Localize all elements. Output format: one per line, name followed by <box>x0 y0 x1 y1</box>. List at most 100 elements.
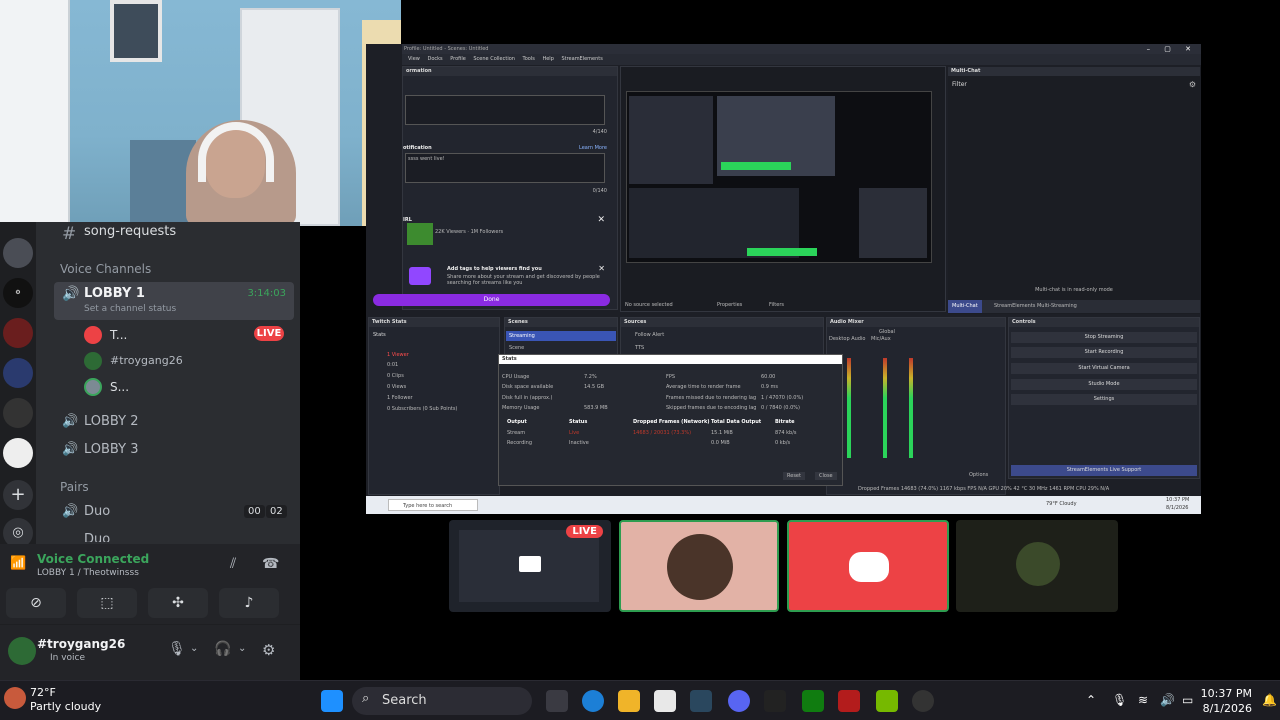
weather-widget[interactable]: 72°F Partly cloudy <box>30 686 101 714</box>
taskbar-search[interactable]: Search <box>352 687 532 715</box>
menu-view[interactable]: View <box>408 56 420 62</box>
server-icon-6[interactable] <box>3 438 33 468</box>
options-button[interactable]: Options <box>969 472 988 478</box>
voice-channels-header[interactable]: Voice Channels <box>60 262 151 276</box>
scene-scene[interactable]: Scene <box>509 345 524 351</box>
stop-streaming-button[interactable]: Stop Streaming <box>1011 332 1197 343</box>
close-tags-icon[interactable]: ✕ <box>598 264 605 273</box>
member-t[interactable]: T... <box>110 328 127 342</box>
user-avatar[interactable] <box>8 637 36 665</box>
close-button[interactable]: Close <box>815 472 837 480</box>
room-door-left <box>0 0 70 226</box>
user-4-avatar <box>1016 542 1060 586</box>
member-troygang[interactable]: #troygang26 <box>110 354 183 367</box>
server-icon-5[interactable] <box>3 398 33 428</box>
add-server-icon[interactable]: + <box>3 480 33 510</box>
source-follow-alert[interactable]: Follow Alert <box>635 332 664 338</box>
filters-button[interactable]: Filters <box>769 302 784 308</box>
channel-song-requests[interactable]: song-requests <box>84 224 176 239</box>
obs-taskbar-icon[interactable] <box>912 690 934 712</box>
menu-tools[interactable]: Tools <box>523 56 535 62</box>
studio-mode-button[interactable]: Studio Mode <box>1011 379 1197 390</box>
screen-share-icon[interactable]: ⬚ <box>77 588 137 618</box>
menu-docks[interactable]: Docks <box>427 56 442 62</box>
soundboard-icon[interactable]: ♪ <box>219 588 279 618</box>
activities-icon[interactable]: ✣ <box>148 588 208 618</box>
gear-icon[interactable]: ⚙ <box>1189 80 1196 89</box>
voice-location[interactable]: LOBBY 1 / Theotwinsss <box>37 568 139 578</box>
voice-channel-duo2[interactable]: Duo <box>84 532 110 542</box>
clock[interactable]: 10:37 PM 8/1/2026 <box>1201 686 1252 716</box>
windows-start-icon[interactable] <box>321 690 343 712</box>
nvidia-icon[interactable] <box>876 690 898 712</box>
title-input[interactable] <box>405 95 605 125</box>
chevron-down-icon-2[interactable]: ⌄ <box>238 643 246 654</box>
obs-preview[interactable] <box>626 91 932 263</box>
live-support-button[interactable]: StreamElements Live Support <box>1011 465 1197 476</box>
voice-channel-lobby3[interactable]: LOBBY 3 <box>84 442 138 457</box>
edge-icon[interactable] <box>582 690 604 712</box>
properties-button[interactable]: Properties <box>717 302 742 308</box>
server-icon-2[interactable]: ⚙ <box>3 278 33 308</box>
source-tts[interactable]: TTS <box>635 345 644 351</box>
notification-icon[interactable]: 🔔 <box>1262 693 1277 707</box>
filter-dropdown[interactable]: Filter <box>952 81 967 88</box>
store-icon[interactable] <box>654 690 676 712</box>
msi-icon[interactable] <box>838 690 860 712</box>
stats-dialog: Stats CPU Usage 7.2% FPS 60.00 Disk spac… <box>498 354 843 486</box>
xbox-icon[interactable] <box>802 690 824 712</box>
menu-help[interactable]: Help <box>542 56 553 62</box>
server-icon-1[interactable] <box>3 238 33 268</box>
settings-button[interactable]: Settings <box>1011 394 1197 405</box>
g-hub-icon[interactable] <box>764 690 786 712</box>
headset-icon[interactable]: 🎧 <box>214 641 231 657</box>
task-view-icon[interactable] <box>546 690 568 712</box>
disconnect-icon[interactable]: ☎ <box>262 556 279 572</box>
notification-input[interactable]: ssss went live! <box>405 153 605 183</box>
stats-tab[interactable]: Stats <box>373 332 386 338</box>
chevron-up-icon[interactable]: ⌃ <box>1086 693 1096 707</box>
server-icon-4[interactable] <box>3 358 33 388</box>
call-tile-screenshare[interactable]: LIVE <box>449 520 611 612</box>
discord-taskbar-icon[interactable] <box>728 690 750 712</box>
battery-icon[interactable]: ▭ <box>1182 693 1193 707</box>
tab-multichat[interactable]: Multi-Chat <box>948 300 982 313</box>
close-category-icon[interactable]: ✕ <box>597 215 605 225</box>
tab-multistreaming[interactable]: StreamElements Multi-Streaming <box>990 300 1081 313</box>
voice-connected-label[interactable]: Voice Connected <box>37 552 149 566</box>
user-name[interactable]: #troygang26 <box>37 637 125 651</box>
done-button[interactable]: Done <box>373 294 610 306</box>
wifi-icon[interactable]: ≋ <box>1138 693 1148 707</box>
camera-off-icon[interactable]: ⊘ <box>6 588 66 618</box>
start-virtual-camera-button[interactable]: Start Virtual Camera <box>1011 363 1197 374</box>
voice-channel-lobby2[interactable]: LOBBY 2 <box>84 414 138 429</box>
member-s[interactable]: S... <box>110 380 129 394</box>
menu-scene-collection[interactable]: Scene Collection <box>473 56 515 62</box>
learn-more-link[interactable]: Learn More <box>579 145 607 151</box>
stat-fps-label: FPS <box>666 374 676 380</box>
steam-icon[interactable] <box>690 690 712 712</box>
volume-icon[interactable]: 🔊 <box>1160 693 1175 707</box>
menu-streamelements[interactable]: StreamElements <box>561 56 602 62</box>
settings-gear-icon[interactable]: ⚙ <box>262 641 275 659</box>
voice-channel-lobby1[interactable]: 🔊 LOBBY 1 3:14:03 Set a channel status <box>54 282 294 320</box>
start-recording-button[interactable]: Start Recording <box>1011 347 1197 358</box>
channel-status[interactable]: Set a channel status <box>84 304 176 314</box>
call-tile-user-2[interactable] <box>619 520 779 612</box>
call-tile-user-3[interactable] <box>787 520 949 612</box>
voice-channel-duo1[interactable]: Duo <box>84 504 110 519</box>
inner-search-box[interactable]: Type here to search <box>388 499 478 511</box>
noise-suppression-icon[interactable]: ⫽ <box>230 556 236 572</box>
reset-button[interactable]: Reset <box>783 472 805 480</box>
window-controls[interactable]: – ▢ ✕ <box>1147 45 1197 53</box>
scene-streaming[interactable]: Streaming <box>506 331 616 341</box>
pairs-header[interactable]: Pairs <box>60 480 89 494</box>
chevron-down-icon[interactable]: ⌄ <box>190 643 198 654</box>
call-tile-user-4[interactable] <box>956 520 1118 612</box>
file-explorer-icon[interactable] <box>618 690 640 712</box>
mic-tray-icon[interactable]: 🎙 <box>1112 693 1127 707</box>
microphone-icon[interactable]: 🎙 <box>168 641 186 657</box>
weather-icon[interactable] <box>4 687 26 709</box>
server-icon-3[interactable] <box>3 318 33 348</box>
menu-profile[interactable]: Profile <box>450 56 466 62</box>
